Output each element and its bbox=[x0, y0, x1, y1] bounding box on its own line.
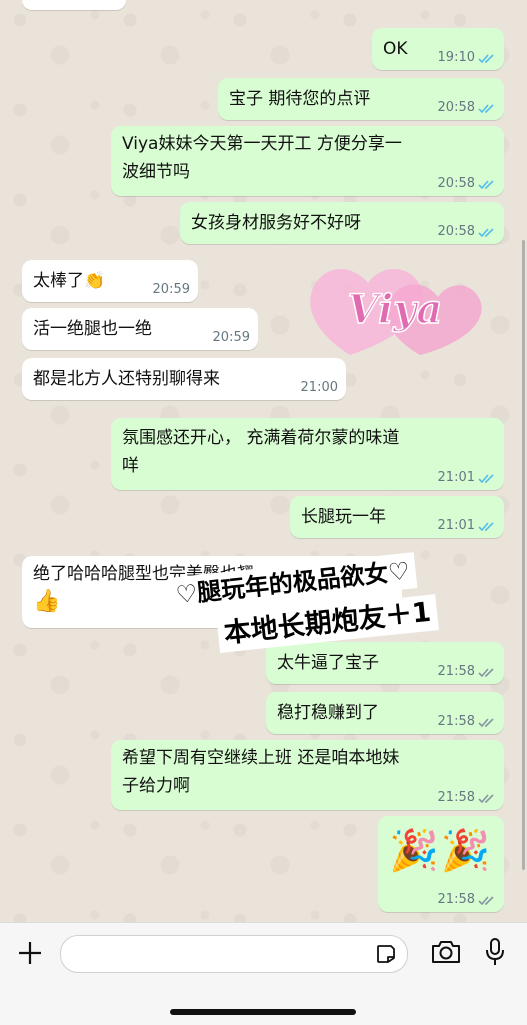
message-text: 希望下周有空继续上班 还是咱本地妹 bbox=[122, 748, 400, 768]
delivered-ticks-icon bbox=[478, 793, 494, 803]
microphone-icon[interactable] bbox=[484, 937, 506, 967]
delivered-ticks-icon bbox=[478, 895, 494, 905]
message-input[interactable] bbox=[60, 935, 408, 973]
message-bubble[interactable]: 都是北方人还特别聊得来 21:00 bbox=[22, 358, 346, 400]
message-time: 21:00 bbox=[300, 380, 338, 395]
composer-bar bbox=[0, 922, 527, 1025]
message-text: 都是北方人还特别聊得来 bbox=[33, 369, 220, 389]
message-bubble[interactable]: 🎉🎉 21:58 bbox=[378, 816, 504, 912]
message-time: 20:59 bbox=[152, 282, 190, 297]
read-ticks-icon bbox=[478, 521, 494, 531]
message-time: 20:58 bbox=[438, 100, 496, 116]
message-bubble[interactable]: 稳打稳赚到了 21:58 bbox=[266, 692, 504, 734]
message-bubble[interactable]: 活一绝腿也一绝 20:59 bbox=[22, 308, 258, 350]
message-text: 女孩身材服务好不好呀 bbox=[191, 213, 361, 233]
read-ticks-icon bbox=[478, 179, 494, 189]
sticker-icon[interactable] bbox=[375, 943, 397, 965]
message-bubble[interactable]: 宝子 期待您的点评 20:58 bbox=[218, 78, 504, 120]
sticker-text: Viya bbox=[348, 286, 443, 333]
chat-area[interactable]: OK 19:10 宝子 期待您的点评 20:58 Viya妹妹今天第一天开工 方… bbox=[0, 0, 527, 922]
message-time: 21:01 bbox=[438, 470, 496, 486]
read-ticks-icon bbox=[478, 473, 494, 483]
read-ticks-icon bbox=[478, 53, 494, 63]
scrollbar[interactable] bbox=[522, 240, 525, 870]
viya-heart-sticker[interactable]: Viya bbox=[300, 255, 490, 365]
camera-icon[interactable] bbox=[430, 939, 462, 965]
read-ticks-icon bbox=[478, 227, 494, 237]
read-ticks-icon bbox=[478, 103, 494, 113]
plus-icon[interactable] bbox=[16, 939, 44, 967]
message-text: 氛围感还开心， 充满着荷尔蒙的味道 bbox=[122, 428, 400, 448]
partial-message[interactable] bbox=[22, 0, 126, 10]
message-bubble[interactable]: 氛围感还开心， 充满着荷尔蒙的味道 咩 21:01 bbox=[111, 418, 504, 490]
message-time: 20:58 bbox=[438, 224, 496, 240]
message-text: Viya妹妹今天第一天开工 方便分享一 bbox=[122, 134, 402, 154]
message-bubble[interactable]: 女孩身材服务好不好呀 20:58 bbox=[180, 202, 504, 244]
message-text: OK bbox=[383, 39, 408, 59]
message-text: 长腿玩一年 bbox=[301, 507, 386, 527]
message-bubble[interactable]: 长腿玩一年 21:01 bbox=[290, 496, 504, 538]
message-time: 21:58 bbox=[438, 664, 496, 680]
message-time: 20:58 bbox=[438, 176, 496, 192]
delivered-ticks-icon bbox=[478, 717, 494, 727]
message-time: 19:10 bbox=[438, 50, 496, 66]
party-emoji: 🎉🎉 bbox=[389, 828, 493, 874]
message-time: 21:58 bbox=[438, 892, 496, 908]
delivered-ticks-icon bbox=[478, 667, 494, 677]
message-time: 21:58 bbox=[438, 790, 496, 806]
message-bubble[interactable]: 太棒了👏 20:59 bbox=[22, 260, 198, 302]
message-text: 宝子 期待您的点评 bbox=[229, 89, 371, 109]
message-time: 21:01 bbox=[438, 518, 496, 534]
message-text: 稳打稳赚到了 bbox=[277, 703, 379, 723]
message-text: 太棒了👏 bbox=[33, 271, 106, 291]
home-indicator bbox=[170, 1009, 356, 1015]
message-time: 21:58 bbox=[438, 714, 496, 730]
message-time: 20:59 bbox=[212, 330, 250, 345]
message-bubble[interactable]: Viya妹妹今天第一天开工 方便分享一 波细节吗 20:58 bbox=[111, 126, 504, 196]
message-bubble[interactable]: 希望下周有空继续上班 还是咱本地妹 子给力啊 21:58 bbox=[111, 740, 504, 810]
message-bubble[interactable]: OK 19:10 bbox=[372, 28, 504, 70]
message-text: 活一绝腿也一绝 bbox=[33, 319, 152, 339]
